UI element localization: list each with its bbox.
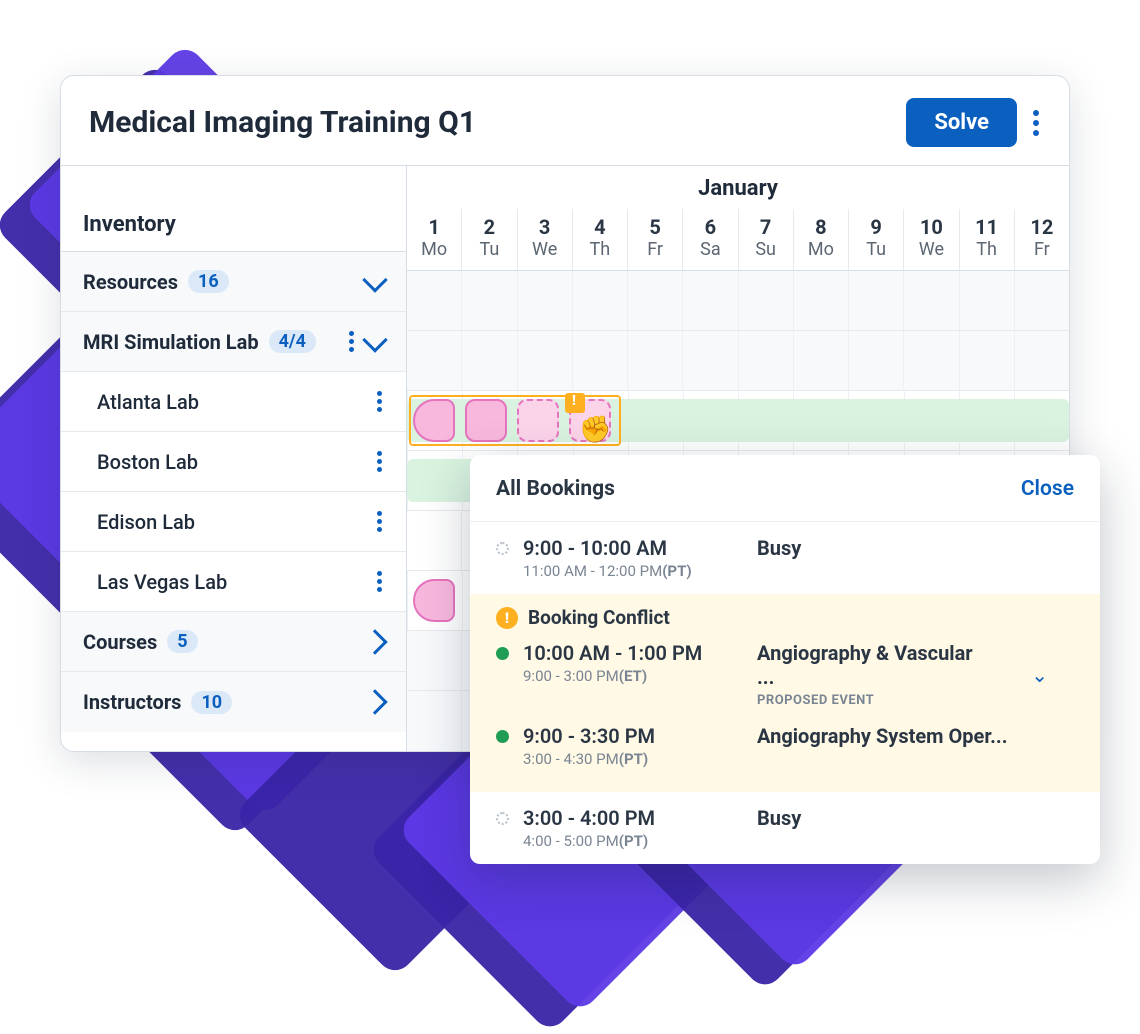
booking-item[interactable]: 9:00 - 10:00 AM 11:00 AM - 12:00 PM(PT) … (470, 522, 1100, 594)
chevron-right-icon (362, 629, 387, 654)
conflict-title: Booking Conflict (528, 606, 670, 629)
resource-row-edison[interactable]: Edison Lab (61, 492, 406, 552)
chevron-down-icon (362, 267, 387, 292)
inventory-header: Inventory (61, 166, 406, 252)
booking-item[interactable]: 10:00 AM - 1:00 PM 9:00 - 3:00 PM(ET) An… (470, 633, 1100, 716)
day-header-cell: 1Mo (407, 209, 461, 270)
booking-label: Angiography System Oper... (757, 724, 1074, 748)
row-label: Courses (83, 630, 157, 654)
day-header-cell: 2Tu (461, 209, 516, 270)
day-header-cell: 8Mo (793, 209, 848, 270)
row-label: Las Vegas Lab (97, 570, 227, 594)
popover-title: All Bookings (496, 477, 615, 501)
card-header: Medical Imaging Training Q1 Solve (61, 76, 1069, 165)
booking-meta: PROPOSED EVENT (757, 693, 991, 708)
group-row-resources[interactable]: Resources 16 (61, 252, 406, 312)
row-label: Instructors (83, 690, 181, 714)
booking-time: 9:00 - 10:00 AM (523, 536, 743, 560)
solve-button[interactable]: Solve (906, 98, 1017, 147)
booking-subtime: 4:00 - 5:00 PM(PT) (523, 832, 743, 850)
timeline-row (407, 331, 1069, 391)
month-label: January (407, 166, 1069, 209)
booking-block[interactable] (465, 399, 507, 442)
chevron-right-icon (362, 689, 387, 714)
day-header-cell: 10We (903, 209, 958, 270)
booking-subtime: 11:00 AM - 12:00 PM(PT) (523, 562, 743, 580)
booking-time: 3:00 - 4:00 PM (523, 806, 743, 830)
day-header-cell: 11Th (959, 209, 1014, 270)
close-button[interactable]: Close (1021, 477, 1074, 501)
day-header-cell: 9Tu (848, 209, 903, 270)
status-dot-booked (496, 647, 509, 660)
count-badge: 10 (191, 691, 232, 714)
group-row-mri-lab[interactable]: MRI Simulation Lab 4/4 (61, 312, 406, 372)
count-badge: 4/4 (269, 330, 316, 353)
resource-row-vegas[interactable]: Las Vegas Lab (61, 552, 406, 612)
booking-label: Busy (757, 806, 1074, 830)
day-header-cell: 4Th (572, 209, 627, 270)
group-row-instructors[interactable]: Instructors 10 (61, 672, 406, 732)
booking-label: Angiography & Vascular ... (757, 641, 991, 689)
chevron-down-icon[interactable]: ⌄ (1005, 663, 1074, 687)
warning-icon: ! (496, 607, 518, 629)
resource-row-atlanta[interactable]: Atlanta Lab (61, 372, 406, 432)
card-menu-button[interactable] (1031, 102, 1041, 144)
booking-block[interactable] (517, 399, 559, 442)
booking-subtime: 3:00 - 4:30 PM(PT) (523, 750, 743, 768)
timeline-row (407, 271, 1069, 331)
row-label: Resources (83, 270, 178, 294)
header-actions: Solve (906, 98, 1041, 147)
row-menu-button[interactable] (347, 326, 356, 357)
status-dot-booked (496, 730, 509, 743)
booking-time: 9:00 - 3:30 PM (523, 724, 743, 748)
status-dot-free (496, 542, 509, 555)
booking-item[interactable]: 9:00 - 3:30 PM 3:00 - 4:30 PM(PT) Angiog… (470, 716, 1100, 776)
booking-block[interactable] (413, 399, 455, 442)
day-header-cell: 6Sa (682, 209, 737, 270)
count-badge: 16 (188, 270, 229, 293)
row-menu-button[interactable] (375, 386, 384, 417)
row-label: Boston Lab (97, 450, 198, 474)
timeline-row-atlanta[interactable]: ✊ (407, 391, 1069, 451)
chevron-down-icon (362, 327, 387, 352)
row-menu-button[interactable] (375, 506, 384, 537)
day-header-row: 1Mo2Tu3We4Th5Fr6Sa7Su8Mo9Tu10We11Th12Fr (407, 209, 1069, 271)
group-row-courses[interactable]: Courses 5 (61, 612, 406, 672)
day-header-cell: 5Fr (627, 209, 682, 270)
booking-time: 10:00 AM - 1:00 PM (523, 641, 743, 665)
row-menu-button[interactable] (375, 566, 384, 597)
bookings-popover: All Bookings Close 9:00 - 10:00 AM 11:00… (470, 455, 1100, 864)
day-header-cell: 7Su (738, 209, 793, 270)
warning-icon (565, 393, 585, 413)
row-menu-button[interactable] (375, 446, 384, 477)
booking-item[interactable]: 3:00 - 4:00 PM 4:00 - 5:00 PM(PT) Busy (470, 792, 1100, 864)
resource-row-boston[interactable]: Boston Lab (61, 432, 406, 492)
row-label: MRI Simulation Lab (83, 330, 259, 354)
row-label: Edison Lab (97, 510, 195, 534)
booking-block[interactable] (413, 579, 455, 622)
day-header-cell: 3We (517, 209, 572, 270)
booking-label: Busy (757, 536, 1074, 560)
count-badge: 5 (167, 630, 197, 653)
booking-subtime: 9:00 - 3:00 PM(ET) (523, 667, 743, 685)
conflict-section: ! Booking Conflict 10:00 AM - 1:00 PM 9:… (470, 594, 1100, 792)
status-dot-free (496, 812, 509, 825)
page-title: Medical Imaging Training Q1 (89, 105, 476, 140)
day-header-cell: 12Fr (1014, 209, 1069, 270)
row-label: Atlanta Lab (97, 390, 199, 414)
